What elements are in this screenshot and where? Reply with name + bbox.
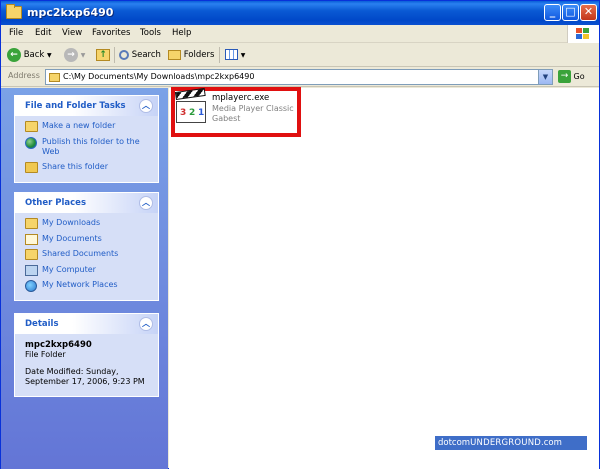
folders-button[interactable]: Folders xyxy=(168,47,214,63)
panel-title: File and Folder Tasks xyxy=(25,101,126,111)
menu-help[interactable]: Help xyxy=(172,28,191,38)
folder-icon xyxy=(25,249,38,260)
task-label: Publish this folder to the Web xyxy=(42,136,140,156)
publish-to-web-link[interactable]: Publish this folder to the Web xyxy=(25,136,158,157)
watermark-part3: .com xyxy=(541,438,562,448)
menu-file[interactable]: File xyxy=(9,28,23,38)
folder-icon xyxy=(6,4,22,19)
folders-label: Folders xyxy=(183,50,215,60)
task-pane: File and Folder Tasks ︿ Make a new folde… xyxy=(1,88,168,469)
folder-icon xyxy=(25,218,38,229)
collapse-chevron-icon[interactable]: ︿ xyxy=(139,317,153,331)
icon-digit: 3 xyxy=(180,108,187,118)
title-bar[interactable]: mpc2kxp6490 _ □ ✕ xyxy=(1,1,599,25)
panel-header[interactable]: Other Places ︿ xyxy=(15,193,158,213)
menu-tools[interactable]: Tools xyxy=(140,28,161,38)
file-folder-tasks-panel: File and Folder Tasks ︿ Make a new folde… xyxy=(14,95,159,183)
forward-dropdown-icon[interactable]: ▼ xyxy=(81,52,86,59)
search-icon xyxy=(119,49,129,60)
place-my-documents[interactable]: My Documents xyxy=(25,233,158,245)
watermark: dotcomUNDERGROUND.com xyxy=(435,436,587,450)
explorer-window: mpc2kxp6490 _ □ ✕ File Edit View Favorit… xyxy=(0,0,600,469)
go-arrow-icon: → xyxy=(558,70,571,83)
file-list-area[interactable]: 3 2 1 mplayerc.exe Media Player Classic … xyxy=(169,87,599,469)
icon-digit: 1 xyxy=(198,108,205,118)
views-button[interactable]: ▼ xyxy=(225,47,245,63)
views-dropdown-icon[interactable]: ▼ xyxy=(241,52,246,59)
task-label: Share this folder xyxy=(42,162,108,171)
file-name: mplayerc.exe xyxy=(212,93,270,103)
details-panel: Details ︿ mpc2kxp6490 File Folder Date M… xyxy=(14,313,159,397)
computer-icon xyxy=(25,264,38,276)
back-button[interactable]: ← Back ▼ xyxy=(7,47,52,63)
share-folder-link[interactable]: Share this folder xyxy=(25,162,158,173)
icon-digit: 2 xyxy=(189,108,196,118)
task-label: Make a new folder xyxy=(42,121,116,130)
place-label: My Network Places xyxy=(42,280,118,289)
views-icon xyxy=(225,49,238,60)
globe-icon xyxy=(25,136,37,149)
forward-button[interactable]: → ▼ xyxy=(64,47,85,63)
address-dropdown-icon[interactable]: ▼ xyxy=(538,70,552,84)
address-path: C:\My Documents\My Downloads\mpc2kxp6490 xyxy=(63,72,255,81)
place-my-downloads[interactable]: My Downloads xyxy=(25,218,158,229)
folders-icon xyxy=(168,49,181,60)
go-label: Go xyxy=(573,72,585,81)
collapse-chevron-icon[interactable]: ︿ xyxy=(139,99,153,113)
other-places-panel: Other Places ︿ My Downloads My Documents… xyxy=(14,192,159,301)
network-icon xyxy=(25,280,37,292)
clapperboard-icon: 3 2 1 xyxy=(174,87,206,127)
window-title: mpc2kxp6490 xyxy=(27,6,114,19)
panel-header[interactable]: File and Folder Tasks ︿ xyxy=(15,96,158,116)
forward-arrow-icon: → xyxy=(64,47,78,62)
documents-icon xyxy=(25,233,38,245)
windows-logo xyxy=(567,25,599,43)
menu-bar: File Edit View Favorites Tools Help xyxy=(1,25,599,43)
address-label: Address xyxy=(8,71,40,80)
back-arrow-icon: ← xyxy=(7,47,21,62)
file-company: Gabest xyxy=(212,114,241,123)
minimize-button[interactable]: _ xyxy=(544,4,561,21)
toolbar-separator xyxy=(219,47,220,63)
panel-title: Details xyxy=(25,319,59,329)
address-bar: Address C:\My Documents\My Downloads\mpc… xyxy=(1,67,599,87)
toolbar-separator xyxy=(114,47,115,63)
go-button[interactable]: → Go xyxy=(558,70,585,84)
place-shared-documents[interactable]: Shared Documents xyxy=(25,249,158,260)
windows-flag-icon xyxy=(576,28,590,40)
back-dropdown-icon[interactable]: ▼ xyxy=(47,52,52,59)
watermark-part1: dotcom xyxy=(438,438,471,448)
place-label: My Downloads xyxy=(42,218,101,227)
details-modified-1: Date Modified: Sunday, xyxy=(25,366,119,376)
place-label: My Computer xyxy=(42,264,96,274)
place-my-network-places[interactable]: My Network Places xyxy=(25,280,158,292)
folder-icon xyxy=(49,73,60,82)
details-type: File Folder xyxy=(25,350,66,359)
place-my-computer[interactable]: My Computer xyxy=(25,264,158,276)
make-new-folder-link[interactable]: Make a new folder xyxy=(25,121,158,132)
close-button[interactable]: ✕ xyxy=(580,4,597,21)
toolbar: ← Back ▼ → ▼ ↑ Search Folders ▼ xyxy=(1,43,599,67)
up-folder-button[interactable]: ↑ xyxy=(96,47,110,63)
watermark-part2: UNDERGROUND xyxy=(470,438,542,448)
place-label: My Documents xyxy=(42,233,102,243)
collapse-chevron-icon[interactable]: ︿ xyxy=(139,196,153,210)
search-label: Search xyxy=(131,50,161,60)
new-folder-icon xyxy=(25,121,38,132)
details-folder-name: mpc2kxp6490 xyxy=(25,340,92,350)
menu-view[interactable]: View xyxy=(62,28,82,38)
panel-title: Other Places xyxy=(25,198,86,208)
address-input[interactable]: C:\My Documents\My Downloads\mpc2kxp6490… xyxy=(45,69,553,85)
menu-favorites[interactable]: Favorites xyxy=(92,28,130,38)
panel-header[interactable]: Details ︿ xyxy=(15,314,158,334)
up-folder-icon: ↑ xyxy=(96,48,110,61)
menu-edit[interactable]: Edit xyxy=(35,28,51,38)
maximize-button[interactable]: □ xyxy=(562,4,579,21)
file-description: Media Player Classic xyxy=(212,104,294,113)
place-label: Shared Documents xyxy=(42,249,119,258)
back-label: Back xyxy=(23,50,45,60)
search-button[interactable]: Search xyxy=(119,47,161,63)
share-folder-icon xyxy=(25,162,38,173)
details-modified-2: September 17, 2006, 9:23 PM xyxy=(25,377,145,386)
